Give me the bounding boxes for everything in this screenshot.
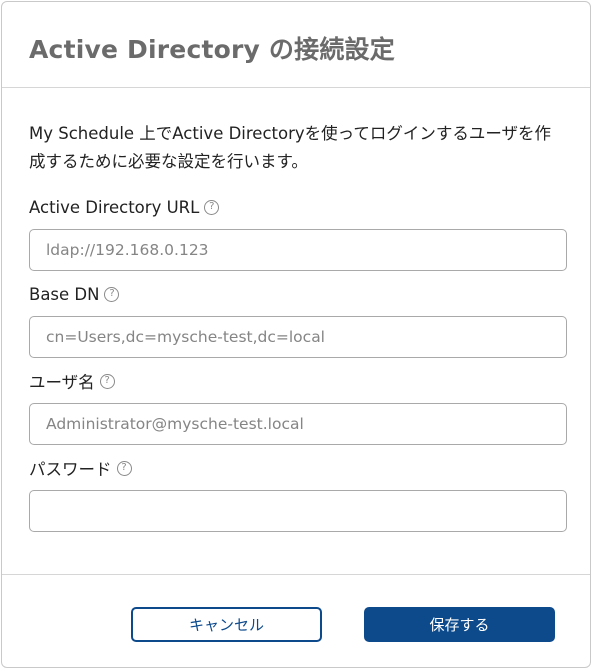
- username-help-icon[interactable]: ?: [99, 373, 115, 389]
- dialog-title: Active Directory の接続設定: [29, 35, 395, 64]
- password-help-icon[interactable]: ?: [116, 460, 132, 476]
- ad-connection-dialog: Active Directory の接続設定 My Schedule 上でAct…: [1, 1, 591, 668]
- base-dn-label-row: Base DN ?: [29, 281, 563, 307]
- save-button[interactable]: 保存する: [364, 607, 555, 642]
- username-input[interactable]: [29, 403, 567, 445]
- password-label: パスワード: [29, 460, 112, 479]
- ad-url-input[interactable]: [29, 229, 567, 271]
- base-dn-label: Base DN: [29, 284, 100, 304]
- dialog-description: My Schedule 上でActive Directoryを使ってログインする…: [29, 124, 551, 171]
- ad-url-label: Active Directory URL: [29, 197, 200, 217]
- password-label-row: パスワード ?: [29, 455, 563, 481]
- password-input[interactable]: [29, 490, 567, 532]
- ad-url-help-icon[interactable]: ?: [204, 199, 220, 215]
- dialog-footer: キャンセル 保存する: [2, 574, 590, 667]
- ad-url-label-row: Active Directory URL ?: [29, 194, 563, 220]
- cancel-button[interactable]: キャンセル: [131, 607, 322, 642]
- username-label-row: ユーザ名 ?: [29, 368, 563, 394]
- dialog-header: Active Directory の接続設定: [2, 2, 590, 88]
- base-dn-input[interactable]: [29, 316, 567, 358]
- base-dn-help-icon[interactable]: ?: [104, 286, 120, 302]
- dialog-body: My Schedule 上でActive Directoryを使ってログインする…: [2, 88, 590, 574]
- username-label: ユーザ名: [29, 373, 95, 392]
